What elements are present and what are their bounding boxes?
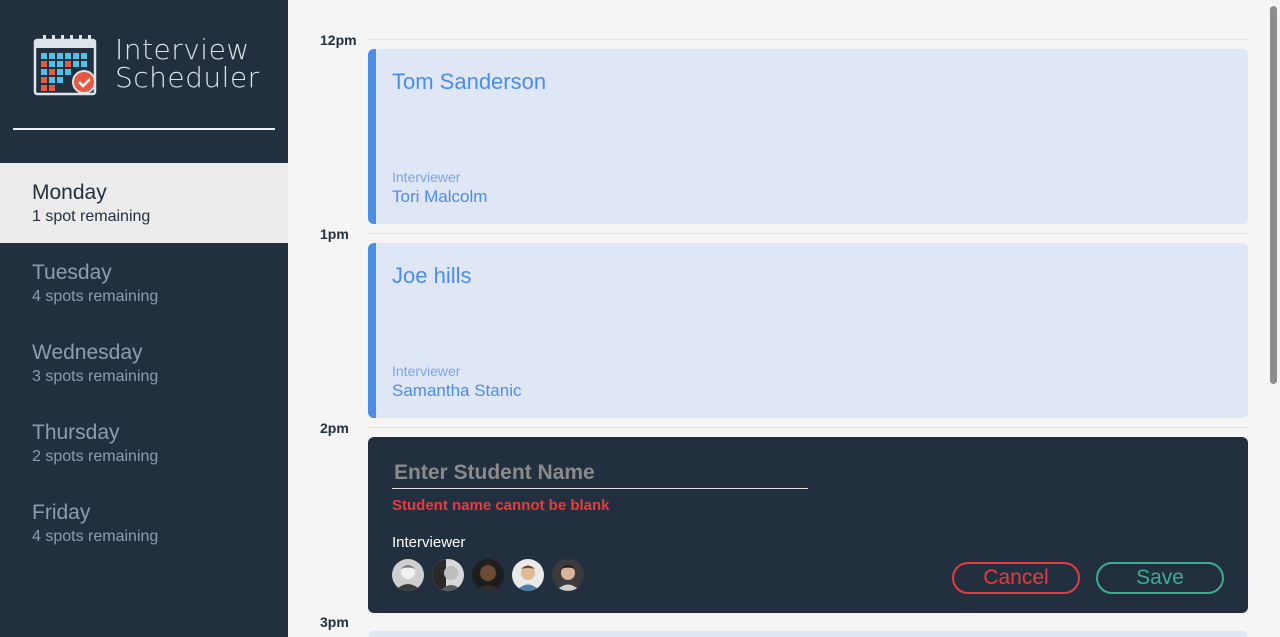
- day-list: Monday 1 spot remaining Tuesday 4 spots …: [0, 163, 288, 563]
- interviewer-name: Tori Malcolm: [392, 187, 488, 206]
- interviewer-avatar-image: [392, 559, 424, 591]
- interviewer-avatar-image: [552, 559, 584, 591]
- day-spots: 3 spots remaining: [32, 368, 159, 385]
- vertical-scrollbar[interactable]: [1268, 0, 1280, 637]
- interviewer-avatar[interactable]: [552, 559, 584, 591]
- student-name: Joe hills: [392, 263, 472, 288]
- interviewer-list-label: Interviewer: [392, 534, 466, 551]
- sidebar: Interview Scheduler Monday 1 spot remain…: [0, 0, 288, 637]
- day-name: Thursday: [32, 421, 120, 444]
- calendar-logo-icon: [33, 35, 97, 96]
- time-divider: [368, 233, 1248, 234]
- time-divider: [368, 39, 1248, 40]
- schedule: 12pm 1pm 2pm 3pm Tom Sanderson Interview…: [288, 0, 1280, 637]
- interviewer-avatar[interactable]: [392, 559, 424, 591]
- interviewer-label: Interviewer: [392, 169, 461, 185]
- appointment-card-partial[interactable]: [368, 631, 1248, 637]
- interviewer-avatar-image: [432, 559, 464, 591]
- save-button[interactable]: Save: [1096, 562, 1224, 594]
- student-name: Tom Sanderson: [392, 69, 547, 94]
- day-spots: 4 spots remaining: [32, 528, 159, 545]
- day-spots: 1 spot remaining: [32, 208, 151, 225]
- time-divider: [368, 427, 1248, 428]
- time-label: 1pm: [320, 226, 349, 242]
- appointment-card[interactable]: Tom Sanderson Interviewer Tori Malcolm: [368, 49, 1248, 224]
- interviewer-avatar[interactable]: [432, 559, 464, 591]
- day-name: Monday: [32, 181, 107, 204]
- brand-title-line2: Scheduler: [115, 61, 260, 94]
- time-label: 2pm: [320, 420, 349, 436]
- appointment-form: Student name cannot be blank Interviewer: [368, 437, 1248, 613]
- day-item-tuesday[interactable]: Tuesday 4 spots remaining: [0, 243, 288, 323]
- day-item-wednesday[interactable]: Wednesday 3 spots remaining: [0, 323, 288, 403]
- brand-title-line1: Interview: [115, 33, 250, 66]
- sidebar-divider: [13, 128, 275, 130]
- day-name: Friday: [32, 501, 91, 524]
- time-label: 3pm: [320, 614, 349, 630]
- day-name: Tuesday: [32, 261, 112, 284]
- interviewer-avatar-image: [472, 559, 504, 591]
- brand-title: Interview Scheduler: [115, 36, 260, 92]
- interviewer-avatar[interactable]: [472, 559, 504, 591]
- appointment-accent: [368, 243, 376, 418]
- brand: Interview Scheduler: [33, 34, 273, 98]
- day-name: Wednesday: [32, 341, 143, 364]
- validation-error: Student name cannot be blank: [392, 497, 610, 514]
- appointment-card[interactable]: Joe hills Interviewer Samantha Stanic: [368, 243, 1248, 418]
- day-spots: 4 spots remaining: [32, 288, 159, 305]
- cancel-button[interactable]: Cancel: [952, 562, 1080, 594]
- day-item-thursday[interactable]: Thursday 2 spots remaining: [0, 403, 288, 483]
- interviewer-label: Interviewer: [392, 363, 461, 379]
- day-spots: 2 spots remaining: [32, 448, 159, 465]
- day-item-monday[interactable]: Monday 1 spot remaining: [0, 163, 288, 243]
- interviewer-name: Samantha Stanic: [392, 381, 522, 400]
- scrollbar-thumb[interactable]: [1270, 6, 1277, 384]
- day-item-friday[interactable]: Friday 4 spots remaining: [0, 483, 288, 563]
- appointment-accent: [368, 49, 376, 224]
- interviewer-avatar-image: [512, 559, 544, 591]
- student-name-input[interactable]: [392, 457, 808, 489]
- interviewer-avatar[interactable]: [512, 559, 544, 591]
- time-label: 12pm: [320, 32, 357, 48]
